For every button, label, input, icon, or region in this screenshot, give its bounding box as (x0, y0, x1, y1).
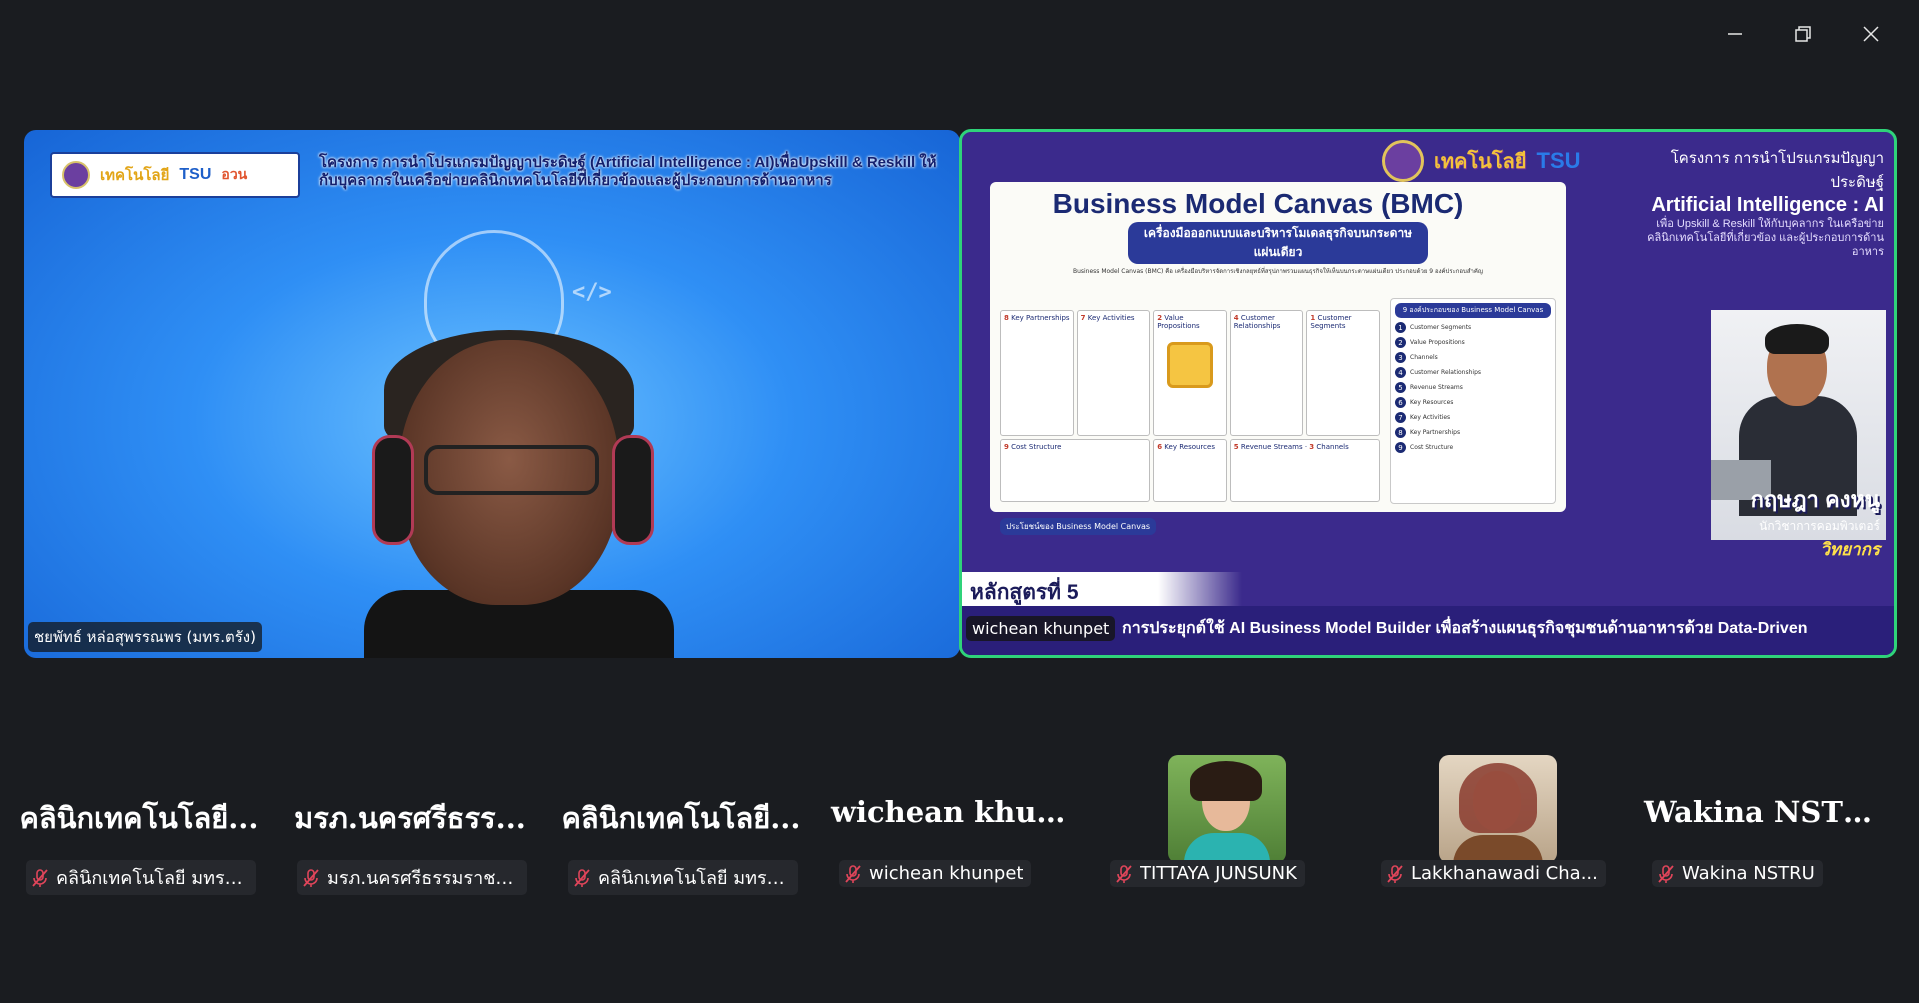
participant-tile[interactable]: Wakina NSTRU Wakina NSTRU (1638, 755, 1892, 895)
bmc-cell-revenue-streams: 5 Revenue Streams · 3 Channels (1229, 439, 1380, 502)
participant-name-label: TITTAYA JUNSUNK (1110, 860, 1305, 887)
bmc-cell-key-partnerships: 8 Key Partnerships (1000, 310, 1074, 436)
participant-display-name: Wakina NSTRU (1644, 795, 1892, 829)
participant-hair (1459, 763, 1537, 833)
bmc-description: Business Model Canvas (BMC) คือ เครื่องม… (1072, 268, 1484, 275)
right-slide-title: โครงการ การนำโปรแกรมปัญญาประดิษฐ์ Artifi… (1634, 146, 1884, 259)
mic-muted-icon (303, 868, 319, 887)
presenter-title: วิทยากร (1820, 540, 1880, 559)
glasses-icon (424, 445, 599, 495)
right-title-line-3: เพื่อ Upskill & Reskill ให้กับบุคลากร ใน… (1647, 218, 1884, 258)
bmc-infographic: Business Model Canvas (BMC) เครื่องมือออ… (990, 182, 1566, 535)
code-icon: </> (572, 280, 612, 305)
participant-shirt (1184, 833, 1270, 863)
restore-button[interactable] (1769, 14, 1837, 54)
bmc-component-item: 1 Customer Segments (1395, 322, 1551, 333)
shared-screen-name-tag: wichean khunpet (966, 616, 1116, 641)
presenter-role: นักวิชาการคอมพิวเตอร์ (1759, 519, 1880, 533)
minimize-button[interactable] (1701, 14, 1769, 54)
participant-name-label: คลินิกเทคโนโลยี มทร.ศ... (26, 860, 256, 895)
bmc-benefits-row: ประโยชน์ของ Business Model Canvas (1000, 506, 1560, 546)
bmc-component-item: 9 Cost Structure (1395, 442, 1551, 453)
bmc-benefits-header: ประโยชน์ของ Business Model Canvas (1000, 517, 1157, 535)
bmc-subtitle: เครื่องมือออกแบบและบริหารโมเดลธุรกิจบนกร… (1128, 222, 1428, 264)
right-logo-row: เทคโนโลยี TSU (1382, 140, 1581, 182)
participant-name-label: wichean khunpet (839, 860, 1032, 887)
video-tile-shared-screen[interactable]: เทคโนโลยี TSU โครงการ การนำโปรแกรมปัญญาป… (959, 129, 1897, 658)
gift-icon (1166, 342, 1213, 388)
bmc-component-item: 3 Channels (1395, 352, 1551, 363)
bmc-cell-key-resources: 6 Key Resources (1153, 439, 1227, 502)
participant-tile[interactable]: คลินิกเทคโนโลยี... คลินิกเทคโนโลยี มทร.ศ… (554, 755, 808, 895)
video-tile-speaker-left[interactable]: เทคโนโลยี TSU อวน โครงการ การนำโปรแกรมปั… (24, 130, 960, 658)
participant-strip: คลินิกเทคโนโลยี... คลินิกเทคโนโลยี มทร.ศ… (0, 755, 1919, 895)
bmc-components-list: 9 องค์ประกอบของ Business Model Canvas 1C… (1390, 298, 1556, 504)
bmc-cell-customer-segments: 1 Customer Segments (1306, 310, 1380, 436)
mic-muted-icon (32, 868, 48, 887)
right-title-line-1: โครงการ การนำโปรแกรมปัญญาประดิษฐ์ (1670, 150, 1884, 191)
left-slide-title: โครงการ การนำโปรแกรมปัญญาประดิษฐ์ (Artif… (319, 154, 937, 189)
course-label: หลักสูตรที่ 5 (962, 572, 1242, 606)
bmc-component-item: 6 Key Resources (1395, 397, 1551, 408)
window-controls (1701, 14, 1905, 54)
logo-technology-text: เทคโนโลยี (1434, 151, 1527, 173)
participant-shirt (1453, 835, 1543, 863)
bmc-cell-value-propositions: 2 Value Propositions (1153, 310, 1227, 436)
presenter-caption: กฤษฎา คงหนู นักวิชาการคอมพิวเตอร์ วิทยาก… (1751, 482, 1880, 563)
mic-muted-icon (1116, 864, 1132, 883)
participant-tile[interactable]: TITTAYA JUNSUNK (1096, 755, 1350, 895)
logo-technology-text: เทคโนโลยี (100, 167, 170, 184)
mic-muted-icon (574, 868, 590, 887)
university-seal-icon (62, 161, 90, 189)
participant-name-label: มรภ.นครศรีธรรมราช คิ... (297, 860, 527, 895)
minimize-icon (1728, 33, 1742, 35)
bmc-canvas-grid: 8 Key Partnerships 7 Key Activities 2 Va… (1000, 310, 1380, 502)
mic-muted-icon (845, 864, 861, 883)
participant-tile[interactable]: คลินิกเทคโนโลยี... คลินิกเทคโนโลยี มทร.ศ… (12, 755, 266, 895)
participant-tile[interactable]: Lakkhanawadi Cha... (1367, 755, 1621, 895)
bmc-component-item: 2 Value Propositions (1395, 337, 1551, 348)
bmc-cell-customer-relationships: 4 Customer Relationships (1229, 310, 1304, 436)
university-seal-icon (1382, 140, 1424, 182)
speaker-video (354, 330, 684, 658)
participant-name-label: คลินิกเทคโนโลยี มทร.ศ... (568, 860, 798, 895)
participant-display-name: มรภ.นครศรีธรร... (294, 801, 526, 835)
participant-name-label: Lakkhanawadi Cha... (1381, 860, 1606, 887)
logo-tsu-text: TSU (179, 166, 212, 183)
bmc-component-item: 5 Revenue Streams (1395, 382, 1551, 393)
bmc-component-item: 8 Key Partnerships (1395, 427, 1551, 438)
participant-display-name: คลินิกเทคโนโลยี... (19, 801, 259, 835)
participant-tile[interactable]: มรภ.นครศรีธรร... มรภ.นครศรีธรรมราช คิ... (283, 755, 537, 895)
bmc-cell-key-activities: 7 Key Activities (1076, 310, 1151, 436)
participant-photo (1439, 755, 1557, 863)
participant-display-name: wichean khunpet (831, 795, 1079, 829)
presenter-hair (1765, 324, 1829, 354)
participant-photo (1168, 755, 1286, 863)
headset-left-icon (372, 435, 414, 545)
bmc-title: Business Model Canvas (BMC) (1052, 188, 1464, 219)
logo-tsu-text: TSU (1536, 148, 1581, 173)
bmc-cell-cost-structure: 9 Cost Structure (1000, 439, 1151, 502)
close-button[interactable] (1837, 14, 1905, 54)
headset-right-icon (612, 435, 654, 545)
participant-name-label: Wakina NSTRU (1652, 860, 1823, 887)
course-description: การประยุกต์ใช้ AI Business Model Builder… (1122, 620, 1808, 637)
presenter-name: กฤษฎา คงหนู (1750, 487, 1880, 512)
bmc-component-item: 7 Key Activities (1395, 412, 1551, 423)
logo-orange-text: อวน (221, 166, 248, 182)
right-title-line-2: Artificial Intelligence : AI (1651, 194, 1884, 216)
bmc-components-header: 9 องค์ประกอบของ Business Model Canvas (1395, 303, 1551, 318)
participant-tile[interactable]: wichean khunpet wichean khunpet (825, 755, 1079, 895)
close-icon (1863, 26, 1879, 42)
mic-muted-icon (1658, 864, 1674, 883)
bmc-component-item: 4 Customer Relationships (1395, 367, 1551, 378)
mic-muted-icon (1387, 864, 1403, 883)
restore-icon (1795, 26, 1811, 42)
participant-display-name: คลินิกเทคโนโลยี... (561, 801, 801, 835)
left-logo-banner: เทคโนโลยี TSU อวน (50, 152, 300, 198)
participant-hair (1190, 761, 1262, 801)
speaker-name-tag: ชยพัทธ์ หล่อสุพรรณพร (มทร.ตรัง) (28, 622, 262, 652)
